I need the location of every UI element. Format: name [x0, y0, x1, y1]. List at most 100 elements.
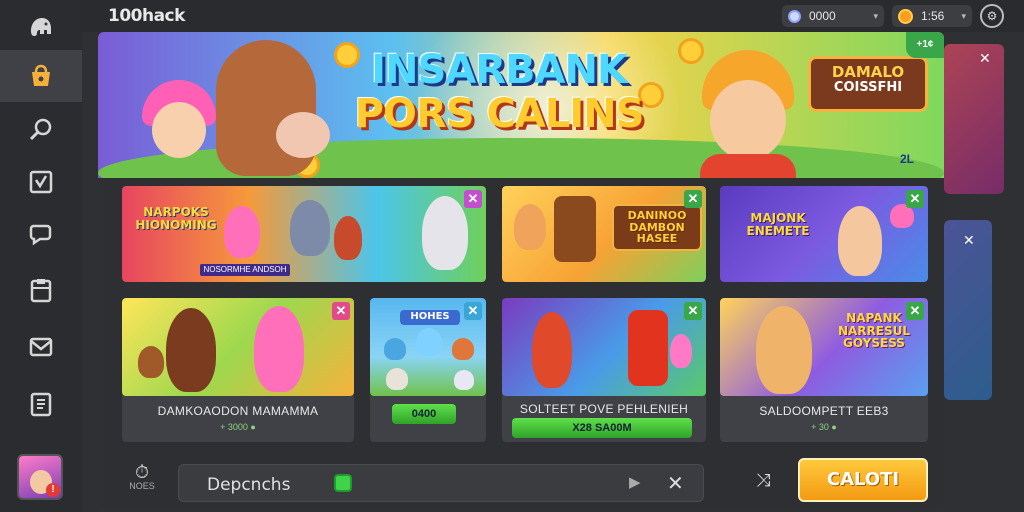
card-reward: + 30 ● [811, 422, 837, 432]
close-icon[interactable]: ✕ [332, 302, 350, 320]
close-icon[interactable]: ✕ [963, 232, 975, 249]
stopwatch-icon: ⏱ [134, 462, 150, 482]
next-panel-peek[interactable] [944, 44, 1004, 194]
gear-icon: ⚙ [986, 9, 998, 23]
hero-sign: DAMALO COISSFHI [808, 56, 928, 112]
game-card[interactable]: DANINOO DAMBON HASEE ✕ [502, 186, 706, 282]
card-figure [628, 310, 668, 386]
search-input[interactable]: Depcnchs [207, 475, 290, 495]
coin-icon [898, 8, 913, 24]
hero-title-line2: PORS CALINS [354, 91, 645, 137]
card-art-title: MAJONK ENEMETE [746, 211, 810, 238]
card-figure [416, 328, 442, 356]
sidebar-item-mail[interactable] [0, 320, 82, 372]
hero-banner[interactable]: INSARBANK PORS CALINS DAMALO COISSFHI +1… [98, 32, 944, 178]
card-figure [138, 346, 164, 378]
gems-wallet[interactable]: 0000 ▾ [782, 5, 884, 27]
timer-button[interactable]: ⏱ NOES [122, 462, 162, 491]
game-card[interactable]: ✕ SOLTEET POVE PEHLENIEH X28 SA00M [502, 298, 706, 442]
close-icon[interactable]: ✕ [906, 190, 924, 208]
card-figure [334, 216, 362, 260]
card-figure [384, 338, 406, 360]
card-reward: + 3000 ● [220, 422, 256, 432]
chevron-down-icon: ▾ [961, 10, 966, 21]
card-figure [454, 370, 474, 390]
muzzle [276, 112, 330, 158]
card-art: MAJONK ENEMETE [720, 186, 928, 282]
close-icon[interactable]: ✕ [684, 190, 702, 208]
book-icon [30, 392, 52, 417]
close-icon[interactable]: ✕ [906, 302, 924, 320]
hero-sign-line1: DAMALO [831, 63, 905, 81]
game-card[interactable]: NAPANK NARRESUL GOYSESS ✕ SALDOOMPETT EE… [720, 298, 928, 442]
shuffle-icon[interactable]: ⤨ [756, 470, 770, 491]
hero-character-boy [696, 50, 800, 178]
game-card[interactable]: NARPOKS HIONOMING NOSORMHE ANDSOH ✕ [122, 186, 486, 282]
shirt [700, 154, 796, 178]
sidebar-item-store[interactable] [0, 50, 82, 102]
card-figure [224, 206, 260, 258]
bag-icon [32, 64, 50, 86]
card-figure [386, 368, 408, 390]
card-art: NAPANK NARRESUL GOYSESS [720, 298, 928, 396]
gem-icon [334, 474, 352, 492]
chevron-down-icon: ▾ [873, 10, 878, 21]
card-figure [514, 204, 546, 250]
card-title: DAMKOAODON MAMAMMA [157, 404, 319, 418]
checklist-icon [29, 170, 53, 194]
mail-icon [29, 337, 53, 357]
coins-value: 1:56 [921, 9, 945, 23]
card-figure [452, 338, 474, 360]
card-title: SALDOOMPETT EEB3 [759, 404, 889, 418]
timer-label: NOES [129, 481, 155, 491]
app-brand: 100hack [108, 6, 185, 26]
close-icon[interactable]: ✕ [464, 302, 482, 320]
collect-button[interactable]: CALOTI [798, 458, 928, 502]
card-art [502, 298, 706, 396]
gem-icon [788, 9, 801, 23]
coins-wallet[interactable]: 1:56 ▾ [892, 5, 972, 27]
close-icon[interactable]: ✕ [979, 50, 991, 67]
notification-badge: ! [46, 483, 60, 497]
sidebar-item-chat[interactable] [0, 208, 82, 260]
hero-character-girl [142, 80, 216, 166]
card-figure [254, 306, 304, 392]
hero-title: INSARBANK PORS CALINS [334, 50, 664, 134]
game-card[interactable]: HOHES ✕ 0400 [370, 298, 486, 442]
card-art-title: HOHES [400, 310, 460, 325]
card-figure [166, 308, 216, 392]
game-card[interactable]: MAJONK ENEMETE ✕ [720, 186, 928, 282]
chat-icon [29, 224, 52, 246]
card-figure [670, 334, 692, 368]
card-reward-pill[interactable]: 0400 [392, 404, 456, 424]
clipboard-icon [30, 279, 52, 303]
hero-corner-label: 2L [899, 152, 914, 166]
sidebar-item-home[interactable] [0, 0, 82, 52]
close-icon[interactable]: ✕ [667, 471, 684, 496]
avatar[interactable]: ! [17, 454, 63, 500]
sidebar-item-tasks[interactable] [0, 156, 82, 208]
card-art: NARPOKS HIONOMING NOSORMHE ANDSOH [122, 186, 486, 282]
close-icon[interactable]: ✕ [464, 190, 482, 208]
hero-title-line1: INSARBANK [371, 47, 628, 93]
sidebar-item-clipboard[interactable] [0, 264, 82, 316]
card-art-title: NARPOKS HIONOMING [135, 205, 217, 232]
card-figure [554, 196, 596, 262]
hero-badge: +1¢ [906, 32, 944, 58]
sidebar-item-book[interactable] [0, 378, 82, 430]
elephant-icon [31, 18, 51, 36]
card-reward-pill[interactable]: X28 SA00M [512, 418, 692, 438]
hero-sign-line2: COISSFHI [833, 79, 903, 95]
sidebar-item-search[interactable] [0, 104, 82, 156]
card-figure [756, 306, 812, 394]
sidebar: ! [0, 0, 82, 512]
face [710, 80, 786, 160]
settings-button[interactable]: ⚙ [980, 4, 1004, 28]
close-icon[interactable]: ✕ [684, 302, 702, 320]
card-art-title: DANINOO DAMBON HASEE [612, 204, 702, 251]
card-banner: NOSORMHE ANDSOH [200, 264, 290, 276]
play-icon[interactable]: ▶ [629, 473, 641, 491]
card-figure [838, 206, 882, 276]
game-card[interactable]: ✕ DAMKOAODON MAMAMMA + 3000 ● [122, 298, 354, 442]
search-bar[interactable]: Depcnchs ▶ ✕ [178, 464, 704, 502]
